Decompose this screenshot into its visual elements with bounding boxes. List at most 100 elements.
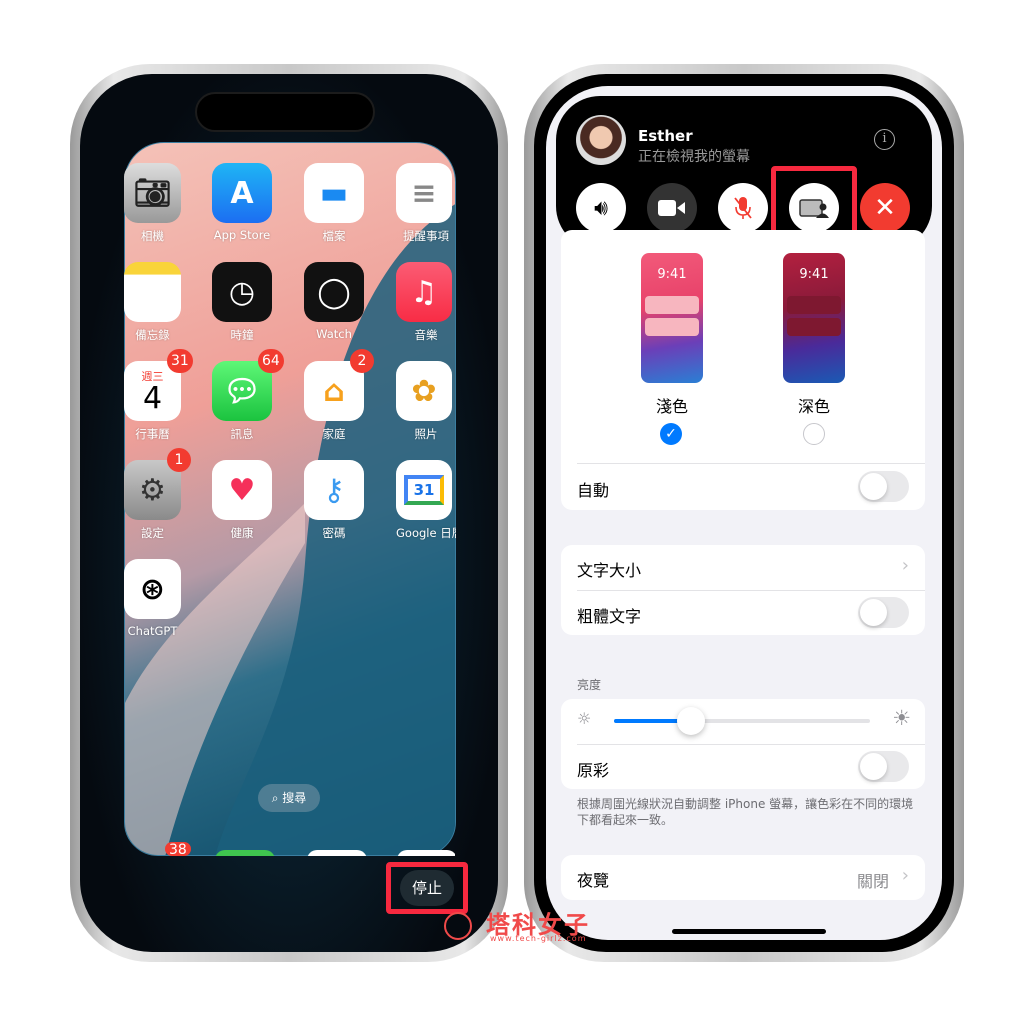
- app-label: App Store: [213, 228, 271, 242]
- dark-preview[interactable]: 9:41: [783, 253, 845, 383]
- chevron-right-icon: ›: [901, 865, 909, 886]
- light-preview[interactable]: 9:41: [641, 253, 703, 383]
- bold-text-label: 粗體文字: [577, 607, 642, 626]
- files-icon: ▬: [319, 175, 349, 211]
- app-health[interactable]: ♥: [212, 460, 272, 520]
- avatar: [576, 115, 626, 165]
- speaker-icon: 🔊︎: [594, 195, 608, 221]
- app-watch[interactable]: ◯: [304, 262, 364, 322]
- home-indicator: [672, 929, 826, 934]
- sun-small-icon: ☼: [577, 709, 592, 728]
- app-label: 音樂: [414, 328, 438, 342]
- app-chatgpt[interactable]: ⊛: [124, 559, 181, 619]
- app-music[interactable]: ♫: [396, 262, 452, 322]
- settings-icon: ⚙: [139, 472, 166, 508]
- divider: [577, 744, 925, 745]
- light-label: 淺色: [655, 397, 688, 416]
- app-clock[interactable]: ◷: [212, 262, 272, 322]
- app-label: 行事曆: [135, 427, 170, 441]
- app-label: 時鐘: [230, 328, 254, 342]
- notification-badge: 31: [167, 349, 193, 373]
- appearance-card: [561, 230, 925, 510]
- text-card: 文字大小 › 粗體文字: [561, 545, 925, 635]
- app-label: 家庭: [322, 427, 346, 441]
- dark-time: 9:41: [799, 267, 829, 282]
- music-icon: ♫: [410, 274, 438, 310]
- app-google-calendar[interactable]: 31: [396, 460, 452, 520]
- text-size-row[interactable]: 文字大小: [577, 557, 641, 581]
- light-time: 9:41: [657, 267, 687, 282]
- screen-share-icon: [799, 199, 829, 218]
- app-camera[interactable]: 📷︎: [124, 163, 181, 223]
- search-label: 搜尋: [282, 791, 307, 805]
- night-shift-label: 夜覽: [577, 871, 610, 890]
- night-shift-row[interactable]: 夜覽 關閉 ›: [561, 855, 925, 900]
- app-files[interactable]: ▬: [304, 163, 364, 223]
- app-label: 檔案: [322, 229, 346, 243]
- divider: [577, 590, 925, 591]
- home-icon: ⌂: [323, 373, 345, 409]
- dark-radio[interactable]: [803, 423, 825, 445]
- notification-badge: 1: [167, 448, 191, 472]
- chatgpt-icon: ⊛: [139, 571, 166, 607]
- app-label: Google 日曆: [396, 526, 456, 540]
- divider: [577, 463, 925, 464]
- camera-icon: 📷︎: [133, 175, 172, 211]
- search-pill[interactable]: ⌕ 搜尋: [258, 784, 320, 812]
- app-app-store[interactable]: A: [212, 163, 272, 223]
- app-reminders[interactable]: ≡: [396, 163, 452, 223]
- notification-badge: 64: [258, 349, 284, 373]
- auto-label: 自動: [577, 481, 610, 500]
- brightness-header: 亮度: [577, 678, 602, 692]
- app-label: 健康: [230, 526, 254, 540]
- bold-text-toggle[interactable]: [858, 597, 909, 628]
- light-checkmark[interactable]: ✓: [660, 423, 682, 445]
- info-icon[interactable]: i: [874, 129, 895, 150]
- auto-toggle[interactable]: [858, 471, 909, 502]
- app-label: 訊息: [230, 427, 254, 441]
- calendar-icon: 週三 4: [141, 370, 164, 416]
- app-notes[interactable]: [124, 262, 181, 322]
- google-calendar-icon: 31: [403, 475, 445, 505]
- brightness-card: ☼ ☀ 原彩: [561, 699, 925, 789]
- photos-icon: ✿: [411, 373, 437, 409]
- app-label: 提醒事項: [403, 229, 449, 243]
- app-label: 設定: [141, 526, 164, 540]
- watermark-logo: [444, 912, 472, 940]
- dock-badge: 38: [165, 842, 191, 856]
- screen-share-button[interactable]: [789, 183, 839, 233]
- watermark-url: www.tech-girlz.com: [490, 934, 587, 943]
- passwords-icon: ⚷: [323, 472, 345, 508]
- caller-name: Esther: [638, 127, 693, 145]
- messages-icon: 💬︎: [222, 373, 262, 409]
- night-shift-value: 關閉: [856, 872, 889, 891]
- health-icon: ♥: [228, 472, 256, 508]
- video-button[interactable]: [647, 183, 697, 233]
- reminders-icon: ≡: [411, 175, 437, 211]
- mute-button[interactable]: [718, 183, 768, 233]
- app-label: Watch: [316, 327, 352, 341]
- brightness-slider-thumb[interactable]: [676, 707, 705, 735]
- app-store-icon: A: [230, 175, 254, 211]
- mic-muted-icon: [734, 197, 752, 219]
- true-tone-label: 原彩: [577, 761, 610, 780]
- clock-icon: ◷: [228, 274, 256, 310]
- dark-label: 深色: [797, 397, 830, 416]
- true-tone-toggle[interactable]: [858, 751, 909, 782]
- app-label: 備忘錄: [135, 328, 170, 342]
- speaker-button[interactable]: 🔊︎: [576, 183, 626, 233]
- chevron-right-icon: ›: [901, 555, 909, 576]
- true-tone-footer: 根據周圍光線狀況自動調整 iPhone 螢幕，讓色彩在不同的環境下都看起來一致。: [577, 797, 914, 827]
- end-call-icon: ✕: [874, 193, 896, 223]
- dynamic-island: [195, 92, 375, 132]
- watch-icon: ◯: [317, 274, 351, 310]
- search-icon: ⌕: [271, 791, 279, 805]
- call-status: 正在檢視我的螢幕: [638, 149, 750, 165]
- app-passwords[interactable]: ⚷: [304, 460, 364, 520]
- stop-button[interactable]: 停止: [400, 870, 454, 906]
- video-icon: [658, 200, 685, 216]
- app-label: 照片: [414, 427, 438, 441]
- end-call-button[interactable]: ✕: [860, 183, 910, 233]
- app-photos[interactable]: ✿: [396, 361, 452, 421]
- notification-badge: 2: [350, 349, 374, 373]
